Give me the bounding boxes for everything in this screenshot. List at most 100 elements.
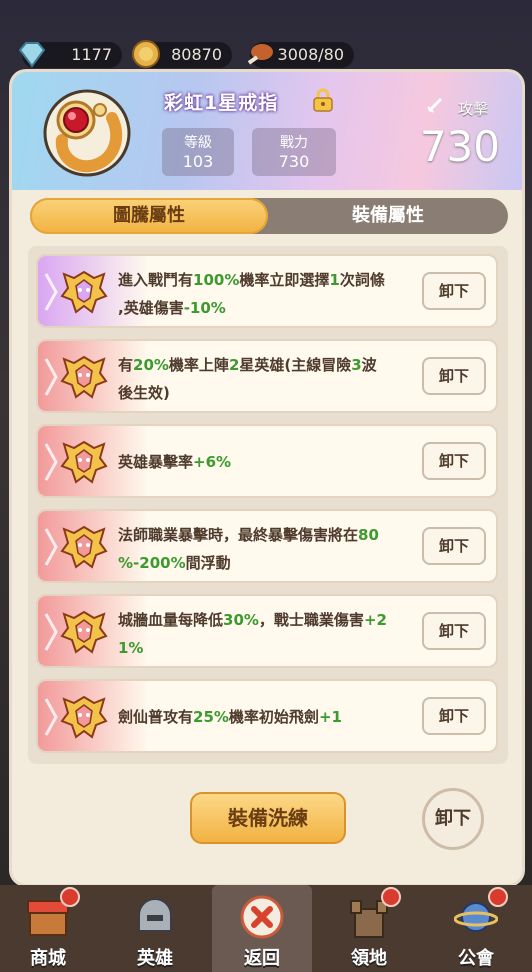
nav-item-castle[interactable]: 領地 xyxy=(319,885,419,972)
attribute-row: 英雄暴擊率+6% 卸下 xyxy=(36,424,498,498)
meat-icon xyxy=(247,44,273,65)
attribute-description: 進入戰鬥有100%機率立即選擇1次詞條 ,英雄傷害-10% xyxy=(118,266,418,322)
level-label: 等級 xyxy=(184,135,212,151)
attribute-value: 100% xyxy=(193,271,240,289)
unequip-button[interactable]: 卸下 xyxy=(422,442,486,480)
item-detail-modal: 彩虹1星戒指 等級 103 戰力 730 攻擊 730 圖騰屬性 裝備屬性 進入… xyxy=(12,72,522,884)
attribute-row: 劍仙普攻有25%機率初始飛劍+1 卸下 xyxy=(36,679,498,753)
attribute-value: 80 xyxy=(358,526,379,544)
attribute-description: 英雄暴擊率+6% xyxy=(118,448,418,476)
attribute-value: %-200% xyxy=(118,554,186,572)
attribute-row: 法師職業暴擊時，最終暴擊傷害將在80 %-200%間浮動 卸下 xyxy=(36,509,498,583)
attribute-text: 間浮動 xyxy=(185,554,231,572)
attribute-row: 城牆血量每降低30%，戰士職業傷害+2 1% 卸下 xyxy=(36,594,498,668)
attribute-text: 機率上陣 xyxy=(168,356,229,374)
attribute-value: 25% xyxy=(193,708,229,726)
attribute-text: 有 xyxy=(118,356,134,374)
attribute-value: +2 xyxy=(363,611,387,629)
unequip-button[interactable]: 卸下 xyxy=(422,357,486,395)
nav-item-planet[interactable]: 公會 xyxy=(426,885,526,972)
unequip-all-button[interactable]: 卸下 xyxy=(422,788,484,850)
nav-label: 英雄 xyxy=(137,948,173,969)
attribute-text: 英雄暴擊率 xyxy=(118,453,194,471)
power-stat: 戰力 730 xyxy=(252,128,336,176)
attribute-value: 1% xyxy=(118,639,144,657)
nav-label: 返回 xyxy=(244,948,280,969)
resource-value: 1177 xyxy=(71,45,112,64)
nav-label: 公會 xyxy=(458,948,494,969)
resource-value: 80870 xyxy=(171,45,222,64)
resource-bar: 1177 80870 3008/80 xyxy=(0,40,532,72)
notification-dot xyxy=(60,887,80,907)
item-header: 彩虹1星戒指 等級 103 戰力 730 攻擊 730 xyxy=(12,72,522,190)
attribute-value: +6% xyxy=(193,453,232,471)
attribute-text: 法師職業暴擊時，最終暴擊傷害將在 xyxy=(118,526,359,544)
resource-meat: 3008/80 xyxy=(247,42,354,68)
attribute-text: 進入戰鬥有 xyxy=(118,271,194,289)
attribute-description: 城牆血量每降低30%，戰士職業傷害+2 1% xyxy=(118,606,418,662)
attribute-text: 機率立即選擇 xyxy=(239,271,330,289)
attack-value: 730 xyxy=(419,122,500,171)
unequip-button[interactable]: 卸下 xyxy=(422,697,486,735)
level-stat: 等級 103 xyxy=(162,128,234,176)
tab-equipment-attributes[interactable]: 裝備屬性 xyxy=(268,198,508,234)
attribute-value: 1 xyxy=(329,271,340,289)
nav-item-helmet[interactable]: 英雄 xyxy=(105,885,205,972)
attribute-text: 波 xyxy=(361,356,377,374)
attribute-text: 次詞條 xyxy=(339,271,385,289)
nav-label: 商城 xyxy=(30,948,66,969)
resource-diamond: 1177 xyxy=(18,42,122,68)
ring-icon xyxy=(43,89,131,177)
helmet-icon xyxy=(138,898,172,932)
resource-value: 3008/80 xyxy=(277,45,344,64)
bottom-navigation: 商城 英雄 返回 領地 公會 xyxy=(0,885,532,972)
totem-emblem-icon xyxy=(58,268,110,316)
item-name: 彩虹1星戒指 xyxy=(164,92,279,114)
sword-icon xyxy=(427,97,443,113)
totem-emblem-icon xyxy=(58,523,110,571)
attack-label: 攻擊 xyxy=(457,100,488,118)
totem-emblem-icon xyxy=(58,693,110,741)
resource-coin: 80870 xyxy=(132,40,232,68)
attribute-row: 進入戰鬥有100%機率立即選擇1次詞條 ,英雄傷害-10% 卸下 xyxy=(36,254,498,328)
unequip-button[interactable]: 卸下 xyxy=(422,527,486,565)
attribute-text: 城牆血量每降低 xyxy=(118,611,224,629)
refine-button[interactable]: 裝備洗練 xyxy=(190,792,346,844)
attribute-list: 進入戰鬥有100%機率立即選擇1次詞條 ,英雄傷害-10% 卸下 有20%機率上陣2… xyxy=(28,246,508,764)
attribute-description: 法師職業暴擊時，最終暴擊傷害將在80 %-200%間浮動 xyxy=(118,521,418,577)
unequip-button[interactable]: 卸下 xyxy=(422,272,486,310)
attribute-value: 2 xyxy=(228,356,240,374)
level-value: 103 xyxy=(182,152,214,171)
attribute-text: ，戰士職業傷害 xyxy=(258,611,364,629)
attribute-text: 後生效) xyxy=(118,384,170,402)
attribute-text: 機率初始飛劍 xyxy=(228,708,319,726)
notification-dot xyxy=(488,887,508,907)
attribute-value: 30% xyxy=(223,611,259,629)
attribute-value: 20% xyxy=(133,356,169,374)
tab-totem-attributes[interactable]: 圖騰屬性 xyxy=(30,198,268,234)
totem-emblem-icon xyxy=(58,353,110,401)
attribute-description: 劍仙普攻有25%機率初始飛劍+1 xyxy=(118,703,418,731)
totem-emblem-icon xyxy=(58,438,110,486)
nav-item-close[interactable]: 返回 xyxy=(212,885,312,972)
totem-emblem-icon xyxy=(58,608,110,656)
power-label: 戰力 xyxy=(280,135,308,151)
power-value: 730 xyxy=(278,152,310,171)
attribute-row: 有20%機率上陣2星英雄(主線冒險3波 後生效) 卸下 xyxy=(36,339,498,413)
nav-item-shop[interactable]: 商城 xyxy=(0,885,98,972)
notification-dot xyxy=(381,887,401,907)
coin-icon xyxy=(132,40,160,68)
attribute-tabs: 圖騰屬性 裝備屬性 xyxy=(30,198,508,234)
diamond-icon xyxy=(18,42,46,68)
attribute-description: 有20%機率上陣2星英雄(主線冒險3波後生效) xyxy=(118,351,418,407)
nav-label: 領地 xyxy=(351,948,387,969)
attribute-text: 星英雄(主線冒險 xyxy=(239,356,352,374)
close-icon xyxy=(240,895,284,939)
unequip-button[interactable]: 卸下 xyxy=(422,612,486,650)
attribute-value: 3 xyxy=(351,356,362,374)
attribute-value: -10% xyxy=(183,299,226,317)
lock-icon[interactable] xyxy=(312,88,334,112)
attribute-text: 劍仙普攻有 xyxy=(118,708,194,726)
attribute-text: ,英雄傷害 xyxy=(118,299,184,317)
attribute-value: +1 xyxy=(318,708,342,726)
